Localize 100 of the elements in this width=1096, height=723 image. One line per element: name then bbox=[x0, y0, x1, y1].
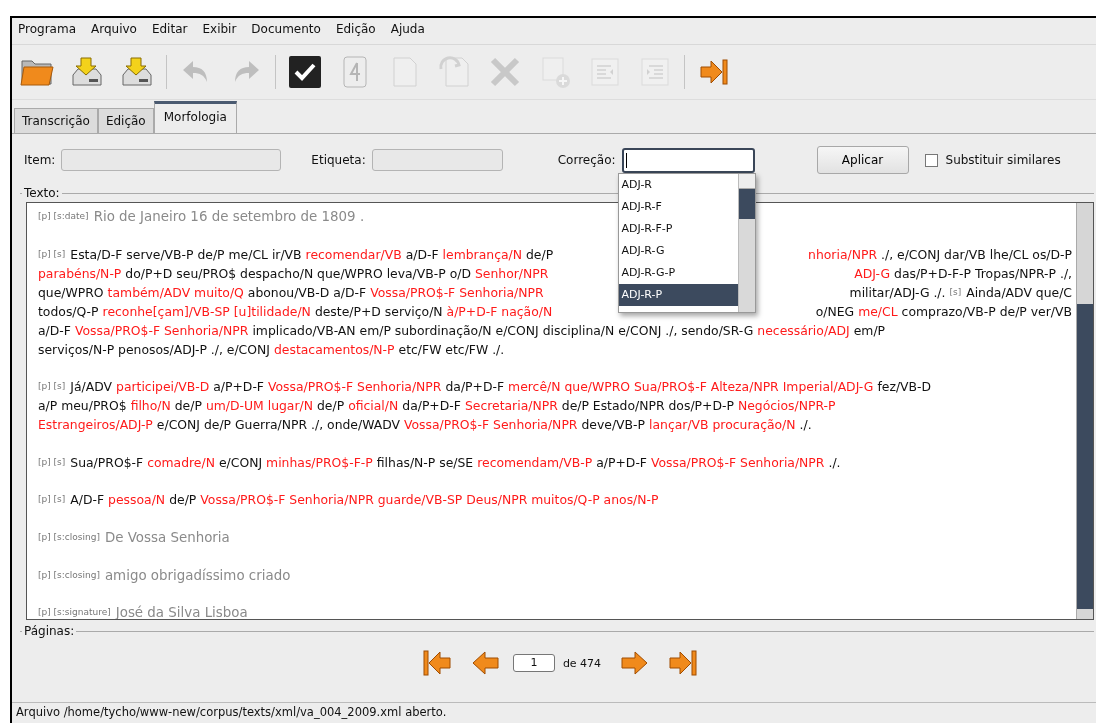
annotated-text: mercê/N que/WPRO Sua/PRO$-F Alteza/NPR Imperial/ADJ-G bbox=[508, 378, 874, 397]
annotated-text: ./, e/CONJ dar/VB lhe/CL os/D-P bbox=[881, 245, 1072, 264]
first-page-icon bbox=[421, 648, 452, 678]
page-count: de 474 bbox=[562, 656, 602, 670]
correction-field[interactable] bbox=[621, 147, 755, 173]
annotated-text: abonou/VB-D a/D-F bbox=[247, 283, 367, 302]
annotated-text: pessoa/N bbox=[108, 491, 166, 510]
element-tag: [p] [s] bbox=[38, 452, 66, 472]
tab[interactable]: Morfologia bbox=[153, 101, 237, 133]
annotated-text: minhas/PRO$-F-P bbox=[266, 453, 373, 472]
field-label: Etiqueta: bbox=[311, 153, 366, 167]
annotated-text: filho/N bbox=[130, 397, 171, 416]
annotated-text: comadre/N bbox=[147, 453, 215, 472]
annotated-text: a/P+D-F bbox=[596, 453, 647, 472]
group-label: Texto: bbox=[23, 186, 61, 200]
annotated-text: recomendar/VB bbox=[305, 245, 402, 264]
scrollbar[interactable] bbox=[737, 173, 755, 312]
annotated-text: ADJ-G bbox=[854, 264, 890, 283]
indent-icon bbox=[640, 57, 670, 87]
annotated-text: lembrança/N bbox=[442, 245, 522, 264]
annotated-text: de/P bbox=[169, 491, 197, 510]
outdent-icon bbox=[590, 57, 620, 87]
annotated-text: reconhe[çam]/VB-SP [u]tilidade/N bbox=[102, 302, 311, 321]
scrollbar[interactable] bbox=[1076, 203, 1093, 619]
annotated-text: à/P+D-F nação/N bbox=[446, 302, 553, 321]
annotated-text: um/D-UM lugar/N bbox=[205, 397, 313, 416]
annotated-text: Vossa/PRO$-F Senhoria/NPR guarde/VB-SP Deus/NPR muitos/Q-P anos/N-P bbox=[200, 491, 659, 510]
annotated-text: etc/FW etc/FW ./. bbox=[398, 340, 505, 359]
menu-item[interactable]: Edição bbox=[335, 22, 376, 40]
annotated-text: Negócios/NPR-P bbox=[737, 397, 836, 416]
tab[interactable]: Transcrição bbox=[14, 108, 98, 133]
annotated-text: da/P+D-F bbox=[402, 397, 461, 416]
element-tag: [p] [s] bbox=[38, 490, 66, 510]
annotated-text: em/P bbox=[853, 321, 886, 340]
annotated-text: Vossa/PRO$-F Senhoria/NPR bbox=[404, 416, 578, 435]
annotated-text: ./. bbox=[828, 453, 841, 472]
menu-item[interactable]: Exibir bbox=[202, 22, 237, 40]
annotated-text: deve/VB-P bbox=[581, 416, 646, 435]
structural-text: Rio de Janeiro 16 de setembro de 1809 . bbox=[93, 208, 365, 226]
menu-item[interactable]: Editar bbox=[151, 22, 188, 40]
last-page-icon bbox=[668, 648, 699, 678]
document-icon bbox=[390, 55, 420, 89]
suggestion-item[interactable]: ADJ-R-F-P bbox=[618, 217, 738, 240]
annotated-text: que/WPRO bbox=[38, 283, 104, 302]
annotated-text: de/P Estado/NPR dos/P+D-P bbox=[561, 397, 734, 416]
annotated-text: a/D-F bbox=[38, 321, 71, 340]
annotated-text: de/P bbox=[317, 397, 345, 416]
suggestion-item[interactable]: ADJ-R bbox=[618, 173, 738, 196]
annotated-text: do/P+D seu/PRO$ despacho/N que/WPRO leva/VB-P o/D bbox=[125, 264, 471, 283]
drive-arrow-icon bbox=[119, 55, 155, 89]
suggestion-item[interactable]: ADJ-R-G bbox=[618, 239, 738, 262]
annotated-text: recomendam/VB-P bbox=[477, 453, 593, 472]
menu-item[interactable]: Programa bbox=[18, 22, 76, 40]
element-tag: [p] [s:signature] bbox=[38, 603, 111, 619]
page-field[interactable]: 1 bbox=[512, 654, 555, 672]
annotated-text: de/P bbox=[526, 245, 554, 264]
annotated-text: lançar/VB procuração/N bbox=[649, 416, 796, 435]
suggestion-item[interactable]: ADJ-R-F bbox=[618, 195, 738, 218]
apply-button[interactable]: Aplicar bbox=[816, 146, 909, 174]
annotated-text: deste/P+D serviço/N bbox=[314, 302, 443, 321]
annotated-text: ./. bbox=[799, 416, 812, 435]
annotated-text: participei/VB-D bbox=[116, 378, 210, 397]
suggestion-item[interactable]: ADJ-R-P bbox=[618, 283, 738, 306]
delete-icon bbox=[488, 55, 522, 89]
field-label: Correção: bbox=[557, 153, 616, 167]
annotated-text: Esta/D-F serve/VB-P de/P me/CL ir/VB bbox=[70, 245, 302, 264]
annotated-text: comprazo/VB-P de/P ver/VB bbox=[901, 302, 1072, 321]
element-tag: [p] [s:closing] bbox=[38, 565, 100, 585]
annotated-text: e/CONJ de/P Guerra/NPR ./, onde/WADV bbox=[156, 416, 400, 435]
suggestion-item[interactable]: ADJ-R-G-P bbox=[618, 261, 738, 284]
element-tag: [s] bbox=[949, 282, 962, 302]
annotated-text: parabéns/N-P bbox=[38, 264, 122, 283]
menu-item[interactable]: Documento bbox=[251, 22, 321, 40]
annotated-text: nhoria/NPR bbox=[808, 245, 877, 264]
annotated-text: Senhor/NPR bbox=[474, 264, 549, 283]
checkbox[interactable] bbox=[924, 153, 938, 167]
structural-text: amigo obrigadíssimo criado bbox=[104, 566, 291, 585]
annotated-text: Secretaria/NPR bbox=[464, 397, 558, 416]
tab[interactable]: Edição bbox=[97, 108, 154, 133]
annotated-text: e/CONJ bbox=[218, 453, 263, 472]
item-field[interactable] bbox=[61, 149, 282, 171]
tag-field[interactable] bbox=[371, 149, 503, 171]
annotated-text: militar/ADJ-G ./. bbox=[849, 283, 946, 302]
annotated-text: Estrangeiros/ADJ-P bbox=[38, 416, 153, 435]
annotated-text: filhas/N-P se/SE bbox=[376, 453, 474, 472]
annotated-text: das/P+D-F-P Tropas/NPR-P ./, bbox=[894, 264, 1072, 283]
annotated-text: a/D-F bbox=[405, 245, 439, 264]
menu-item[interactable]: Ajuda bbox=[390, 22, 425, 40]
field-label: Item: bbox=[24, 153, 56, 167]
page-number-icon bbox=[341, 55, 369, 89]
annotated-text: também/ADV muito/Q bbox=[107, 283, 244, 302]
annotated-text: A/D-F bbox=[70, 491, 105, 510]
checkbox-label: Substituir similares bbox=[945, 153, 1061, 167]
menu-item[interactable]: Arquivo bbox=[91, 22, 137, 40]
annotated-text: o/NEG bbox=[815, 302, 855, 321]
annotated-text: de/P bbox=[174, 397, 202, 416]
element-tag: [p] [s:date] bbox=[38, 207, 89, 226]
arrow-to-bar-icon bbox=[699, 57, 729, 87]
drive-arrow-icon bbox=[69, 55, 105, 89]
group-label: Páginas: bbox=[23, 624, 76, 638]
